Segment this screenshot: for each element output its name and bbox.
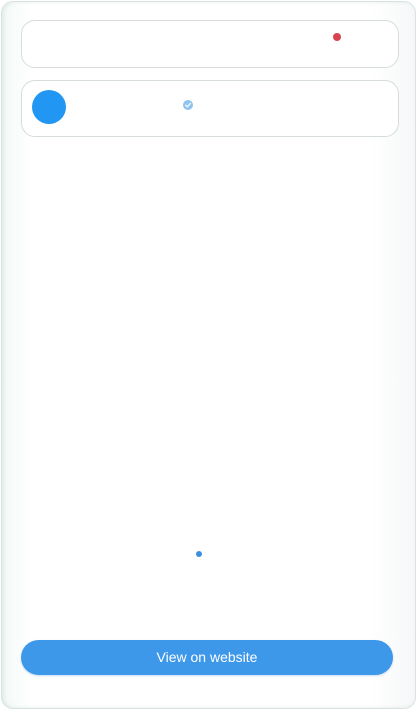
header-card (21, 20, 399, 68)
verified-check-icon (183, 100, 193, 110)
phone-frame (1, 1, 416, 709)
profile-card[interactable] (21, 80, 399, 137)
page-indicator-dot-icon (196, 551, 202, 557)
avatar-icon[interactable] (32, 90, 66, 124)
notification-dot-icon (333, 33, 341, 41)
view-on-website-button[interactable]: View on website (21, 640, 393, 675)
